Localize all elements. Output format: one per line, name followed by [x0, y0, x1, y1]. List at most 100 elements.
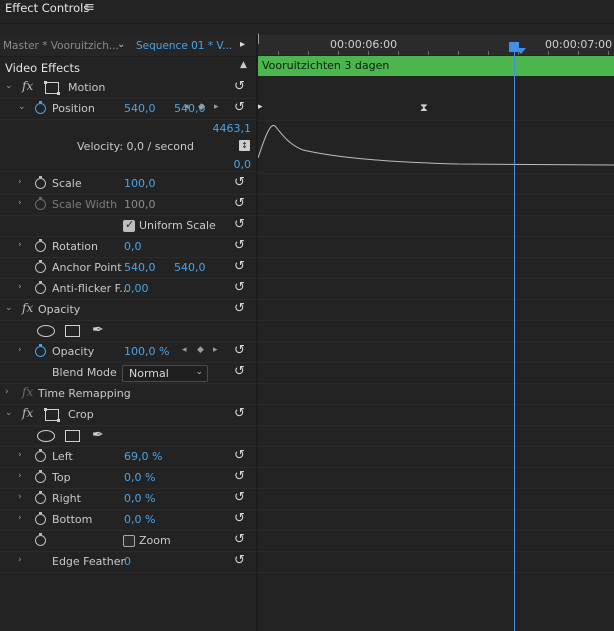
- stopwatch-icon[interactable]: [35, 101, 46, 114]
- reset-icon[interactable]: ↺: [234, 469, 245, 484]
- graph-scale-icon[interactable]: ↕: [239, 140, 250, 151]
- twirl-open-icon[interactable]: ⌄: [5, 408, 13, 418]
- twirl-open-icon[interactable]: ⌄: [5, 303, 13, 313]
- scale-value[interactable]: 100,0: [124, 177, 156, 190]
- keyframe-next-icon[interactable]: ▸: [213, 345, 218, 355]
- param-row-crop-left[interactable]: › Left 69,0 % ↺: [0, 447, 257, 468]
- crop-right-value[interactable]: 0,0 %: [124, 492, 155, 505]
- twirl-closed-icon[interactable]: ›: [18, 513, 22, 523]
- uniform-scale-checkbox[interactable]: [123, 218, 135, 232]
- param-row-crop-zoom[interactable]: Zoom ↺: [0, 531, 257, 552]
- keyframe-marker-icon[interactable]: ▸: [258, 102, 263, 112]
- effect-row-crop[interactable]: ⌄ fx Crop ↺: [0, 405, 257, 426]
- clip-bar[interactable]: Vooruitzichten 3 dagen: [258, 56, 614, 76]
- stopwatch-icon[interactable]: [35, 176, 46, 189]
- twirl-closed-icon[interactable]: ›: [18, 198, 22, 208]
- param-row-anti-flicker[interactable]: › Anti-flicker F... 0,00 ↺: [0, 279, 257, 300]
- reset-icon[interactable]: ↺: [234, 217, 245, 232]
- stopwatch-icon[interactable]: [35, 344, 46, 357]
- fx-icon[interactable]: fx: [22, 301, 33, 315]
- opacity-value[interactable]: 100,0 %: [124, 345, 169, 358]
- twirl-closed-icon[interactable]: ›: [18, 555, 22, 565]
- param-row-position[interactable]: ⌄ Position 540,0 540,0 ◂ ◆ ▸ ↺: [0, 99, 257, 120]
- blend-mode-select[interactable]: Normal ⌄: [122, 365, 208, 382]
- panel-title[interactable]: Effect Controls: [5, 1, 89, 15]
- effect-row-motion[interactable]: ⌄ fx Motion ↺: [0, 78, 257, 99]
- zoom-checkbox[interactable]: [123, 535, 135, 547]
- param-row-edge-feather[interactable]: › Edge Feather 0 ↺: [0, 552, 257, 573]
- stopwatch-icon[interactable]: [35, 491, 46, 504]
- master-clip-tab[interactable]: Master * Vooruitzich...: [3, 40, 119, 52]
- reset-icon[interactable]: ↺: [234, 532, 245, 547]
- param-row-anchor-point[interactable]: Anchor Point 540,0 540,0 ↺: [0, 258, 257, 279]
- reset-icon[interactable]: ↺: [234, 280, 245, 295]
- twirl-open-icon[interactable]: ⌄: [18, 102, 26, 112]
- stopwatch-icon[interactable]: [35, 281, 46, 294]
- reset-icon[interactable]: ↺: [234, 196, 245, 211]
- twirl-closed-icon[interactable]: ›: [18, 471, 22, 481]
- reset-icon[interactable]: ↺: [234, 301, 245, 316]
- stopwatch-icon[interactable]: [35, 449, 46, 462]
- param-row-scale[interactable]: › Scale 100,0 ↺: [0, 174, 257, 195]
- twirl-closed-icon[interactable]: ›: [18, 240, 22, 250]
- effect-row-opacity[interactable]: ⌄ fx Opacity ↺: [0, 300, 257, 321]
- keyframe-add-icon[interactable]: ◆: [198, 102, 205, 112]
- reset-icon[interactable]: ↺: [234, 175, 245, 190]
- param-row-uniform-scale[interactable]: Uniform Scale ↺: [0, 216, 257, 237]
- reset-icon[interactable]: ↺: [234, 490, 245, 505]
- anti-flicker-value[interactable]: 0,00: [124, 282, 149, 295]
- twirl-open-icon[interactable]: ⌄: [5, 81, 13, 91]
- stopwatch-icon[interactable]: [35, 260, 46, 273]
- reset-icon[interactable]: ↺: [234, 364, 245, 379]
- reset-icon[interactable]: ↺: [234, 343, 245, 358]
- sequence-clip-tab[interactable]: Sequence 01 * V...: [136, 40, 232, 52]
- twirl-closed-icon[interactable]: ›: [18, 492, 22, 502]
- reset-icon[interactable]: ↺: [234, 100, 245, 115]
- transform-icon[interactable]: [44, 81, 60, 95]
- param-row-opacity[interactable]: › Opacity 100,0 % ◂ ◆ ▸ ↺: [0, 342, 257, 363]
- anchor-y-value[interactable]: 540,0: [174, 261, 206, 274]
- crop-left-value[interactable]: 69,0 %: [124, 450, 162, 463]
- rectangle-mask-icon[interactable]: [65, 325, 80, 337]
- effect-row-time-remapping[interactable]: › fx Time Remapping: [0, 384, 257, 405]
- twirl-closed-icon[interactable]: ›: [18, 345, 22, 355]
- reset-icon[interactable]: ↺: [234, 238, 245, 253]
- keyframe-prev-icon[interactable]: ◂: [184, 102, 189, 112]
- keyframe-prev-icon[interactable]: ◂: [182, 345, 187, 355]
- time-ruler[interactable]: 00:00:06:00 00:00:07:00: [258, 35, 614, 55]
- scroll-up-icon[interactable]: ▲: [240, 60, 247, 70]
- ellipse-mask-icon[interactable]: [37, 325, 55, 337]
- stopwatch-icon[interactable]: [35, 239, 46, 252]
- param-row-crop-bottom[interactable]: › Bottom 0,0 % ↺: [0, 510, 257, 531]
- ellipse-mask-icon[interactable]: [37, 430, 55, 442]
- playhead-line[interactable]: [514, 52, 515, 631]
- bezier-keyframe-icon[interactable]: ⧗: [420, 101, 428, 115]
- reset-icon[interactable]: ↺: [234, 79, 245, 94]
- pen-mask-icon[interactable]: ✒: [92, 322, 104, 338]
- keyframe-add-icon[interactable]: ◆: [197, 345, 204, 355]
- param-row-blend-mode[interactable]: Blend Mode Normal ⌄ ↺: [0, 363, 257, 384]
- keyframe-next-icon[interactable]: ▸: [214, 102, 219, 112]
- reset-icon[interactable]: ↺: [234, 511, 245, 526]
- crop-bottom-value[interactable]: 0,0 %: [124, 513, 155, 526]
- rotation-value[interactable]: 0,0: [124, 240, 142, 253]
- stopwatch-icon[interactable]: [35, 470, 46, 483]
- stopwatch-icon[interactable]: [35, 512, 46, 525]
- twirl-closed-icon[interactable]: ›: [18, 450, 22, 460]
- hamburger-menu-icon[interactable]: ≡: [84, 0, 95, 15]
- rectangle-mask-icon[interactable]: [65, 430, 80, 442]
- anchor-x-value[interactable]: 540,0: [124, 261, 156, 274]
- reset-icon[interactable]: ↺: [234, 553, 245, 568]
- reset-icon[interactable]: ↺: [234, 259, 245, 274]
- position-x-value[interactable]: 540,0: [124, 102, 156, 115]
- stopwatch-icon[interactable]: [35, 533, 46, 546]
- fx-icon[interactable]: fx: [22, 406, 33, 420]
- edge-feather-value[interactable]: 0: [124, 555, 131, 568]
- transform-icon[interactable]: [44, 408, 60, 422]
- twirl-closed-icon[interactable]: ›: [5, 387, 9, 397]
- fx-icon[interactable]: fx: [22, 79, 33, 93]
- crop-top-value[interactable]: 0,0 %: [124, 471, 155, 484]
- param-row-crop-top[interactable]: › Top 0,0 % ↺: [0, 468, 257, 489]
- twirl-closed-icon[interactable]: ›: [18, 282, 22, 292]
- pen-mask-icon[interactable]: ✒: [92, 427, 104, 443]
